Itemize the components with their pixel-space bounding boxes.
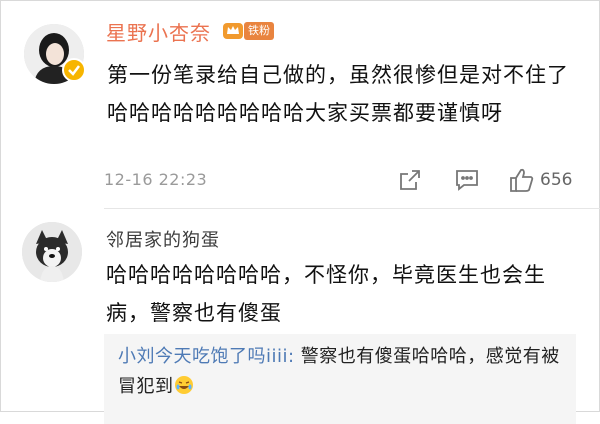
timestamp: 12-16 22:23 <box>104 170 208 189</box>
comment-username[interactable]: 星野小杏奈 <box>106 17 211 46</box>
avatar[interactable] <box>22 222 82 282</box>
verified-badge-icon <box>62 58 86 82</box>
comment-icon[interactable] <box>454 168 480 196</box>
thumbs-up-icon[interactable] <box>508 166 536 198</box>
comment-username[interactable]: 邻居家的狗蛋 <box>106 226 220 252</box>
share-icon[interactable] <box>398 168 422 196</box>
divider <box>104 208 600 209</box>
fan-badge-label: 铁粉 <box>244 22 274 40</box>
reply-text-line: 小刘今天吃饱了吗iiii: 警察也有傻蛋哈哈哈，感觉有被冒犯到 <box>118 342 568 402</box>
laughing-tears-emoji-icon <box>174 375 194 395</box>
comment-text: 第一份笔录给自己做的，虽然很惨但是对不住了哈哈哈哈哈哈哈哈哈大家买票都要谨慎呀 <box>107 63 569 125</box>
comment-text: 哈哈哈哈哈哈哈哈，不怪你，毕竟医生也会生病，警察也有傻蛋 <box>106 263 546 325</box>
reply-preview[interactable]: 小刘今天吃饱了吗iiii: 警察也有傻蛋哈哈哈，感觉有被冒犯到 <box>104 334 576 424</box>
like-count: 656 <box>540 170 573 190</box>
reply-username[interactable]: 小刘今天吃饱了吗iiii: <box>118 346 295 367</box>
